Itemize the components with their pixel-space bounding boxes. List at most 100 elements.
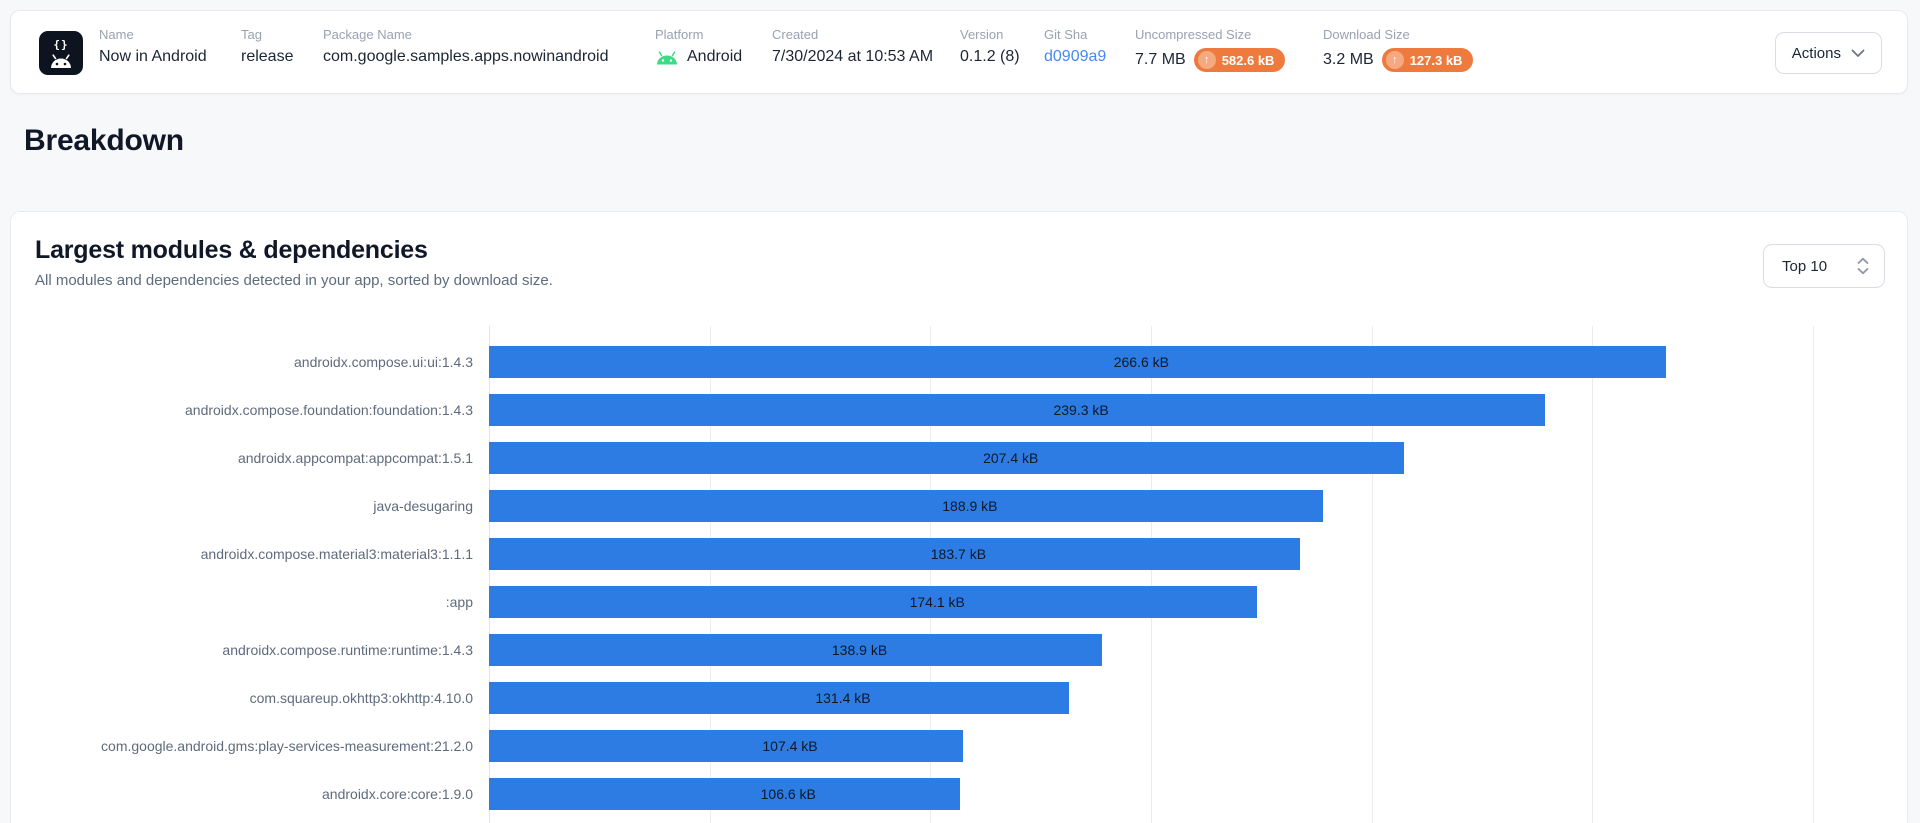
header-field-value: 0.1.2 (8) [960,48,1020,66]
module-label: java-desugaring [11,498,481,514]
module-bar[interactable]: 138.9 kB [489,634,1102,666]
module-label: :app [11,594,481,610]
header-field-value: com.google.samples.apps.nowinandroid [323,48,609,66]
size-delta-text: 127.3 kB [1410,54,1463,67]
chart-row: androidx.compose.material3:material3:1.1… [11,530,1907,578]
android-robot-icon [48,52,74,68]
actions-button-label: Actions [1792,45,1841,62]
module-label: androidx.core:core:1.9.0 [11,786,481,802]
module-label: androidx.appcompat:appcompat:1.5.1 [11,450,481,466]
page-title: Breakdown [24,124,184,158]
header-field-value: 3.2 MB ↑ 127.3 kB [1323,48,1473,72]
braces-glyph: {} [53,38,68,51]
header-field-download-size: Download Size 3.2 MB ↑ 127.3 kB [1323,27,1473,72]
header-field-label: Package Name [323,27,609,42]
header-field-package-name: Package Name com.google.samples.apps.nowi… [323,27,609,66]
bar-value-label: 138.9 kB [832,642,887,658]
module-label: androidx.compose.foundation:foundation:1… [11,402,481,418]
header-field-label: Git Sha [1044,27,1106,42]
top-n-select[interactable]: Top 10 [1763,244,1885,288]
bar-value-label: 239.3 kB [1053,402,1108,418]
header-field-label: Download Size [1323,27,1473,42]
chart-row: androidx.core:core:1.9.0 106.6 kB [11,770,1907,818]
header-field-value: release [241,48,293,66]
actions-button[interactable]: Actions [1775,32,1882,74]
card-subtitle: All modules and dependencies detected in… [35,272,553,289]
header-field-version: Version 0.1.2 (8) [960,27,1020,66]
chart-row: androidx.appcompat:appcompat:1.5.1 207.4 … [11,434,1907,482]
header-field-text: release [241,48,293,66]
chart-row: androidx.compose.runtime:runtime:1.4.3 13… [11,626,1907,674]
chevrons-up-down-icon [1856,257,1870,275]
header-field-value[interactable]: d0909a9 [1044,48,1106,66]
bar-track: 138.9 kB [489,634,1897,666]
top-n-select-value: Top 10 [1782,258,1827,275]
chart-row: androidx.compose.ui:ui:1.4.3 266.6 kB [11,338,1907,386]
bar-track: 239.3 kB [489,394,1897,426]
module-bar[interactable]: 239.3 kB [489,394,1545,426]
header-field-text: Now in Android [99,48,207,66]
module-bar[interactable]: 183.7 kB [489,538,1300,570]
header-field-value: Now in Android [99,48,207,66]
up-arrow-icon: ↑ [1198,51,1216,69]
header-field-text: Android [687,48,742,66]
chart-row: java-desugaring 188.9 kB [11,482,1907,530]
bar-track: 107.4 kB [489,730,1897,762]
module-bar[interactable]: 207.4 kB [489,442,1404,474]
module-label: androidx.compose.ui:ui:1.4.3 [11,354,481,370]
android-icon [655,50,679,65]
chevron-down-icon [1851,49,1865,58]
header-field-value: 7.7 MB↑582.6 kB [1135,48,1285,72]
bar-value-label: 207.4 kB [983,450,1038,466]
module-bar[interactable]: 266.6 kB [489,346,1666,378]
bar-track: 131.4 kB [489,682,1897,714]
size-delta-badge: ↑ 127.3 kB [1382,48,1474,72]
bar-track: 266.6 kB [489,346,1897,378]
module-label: androidx.compose.runtime:runtime:1.4.3 [11,642,481,658]
app-header-card: {} Name Now in Android Tag release Package N… [10,10,1908,94]
chart-row: com.squareup.okhttp3:okhttp:4.10.0 131.4 … [11,674,1907,722]
bar-track: 106.6 kB [489,778,1897,810]
up-arrow-icon: ↑ [1386,51,1404,69]
size-delta-badge: ↑ 582.6 kB [1194,48,1286,72]
card-title: Largest modules & dependencies [35,236,428,265]
bar-track: 174.1 kB [489,586,1897,618]
size-delta-text: 582.6 kB [1222,54,1275,67]
module-bar[interactable]: 131.4 kB [489,682,1069,714]
bar-value-label: 266.6 kB [1114,354,1169,370]
header-field-tag: Tag release [241,27,293,66]
bar-track: 188.9 kB [489,490,1897,522]
bar-value-label: 131.4 kB [815,690,870,706]
header-field-uncompressed-size: Uncompressed Size7.7 MB↑582.6 kB [1135,27,1285,72]
header-field-label: Version [960,27,1020,42]
header-field-label: Platform [655,27,742,42]
header-field-text: 3.2 MB [1323,51,1374,69]
bar-value-label: 107.4 kB [762,738,817,754]
bar-track: 183.7 kB [489,538,1897,570]
module-label: com.google.android.gms:play-services-mea… [11,738,481,754]
module-bar[interactable]: 106.6 kB [489,778,960,810]
bar-track: 207.4 kB [489,442,1897,474]
header-field-text: 0.1.2 (8) [960,48,1020,66]
bar-value-label: 188.9 kB [942,498,997,514]
bar-value-label: 106.6 kB [761,786,816,802]
header-field-text: 7/30/2024 at 10:53 AM [772,48,933,66]
bar-value-label: 183.7 kB [931,546,986,562]
header-field-text: d0909a9 [1044,48,1106,66]
largest-modules-card: Largest modules & dependencies All modul… [10,211,1908,823]
header-field-value: 7/30/2024 at 10:53 AM [772,48,933,66]
module-bar[interactable]: 174.1 kB [489,586,1257,618]
module-label: androidx.compose.material3:material3:1.1… [11,546,481,562]
header-field-label: Name [99,27,207,42]
header-field-text: com.google.samples.apps.nowinandroid [323,48,609,66]
header-field-git-sha: Git Sha d0909a9 [1044,27,1106,66]
header-field-platform: Platform Android [655,27,742,66]
module-label: com.squareup.okhttp3:okhttp:4.10.0 [11,690,481,706]
header-field-created: Created7/30/2024 at 10:53 AM [772,27,933,66]
now-in-android-app-icon: {} [39,31,83,75]
module-bar[interactable]: 188.9 kB [489,490,1323,522]
module-bar[interactable]: 107.4 kB [489,730,963,762]
header-field-label: Tag [241,27,293,42]
modules-bar-chart: androidx.compose.ui:ui:1.4.3266.6 kBandr… [11,326,1907,823]
chart-row: :app 174.1 kB [11,578,1907,626]
